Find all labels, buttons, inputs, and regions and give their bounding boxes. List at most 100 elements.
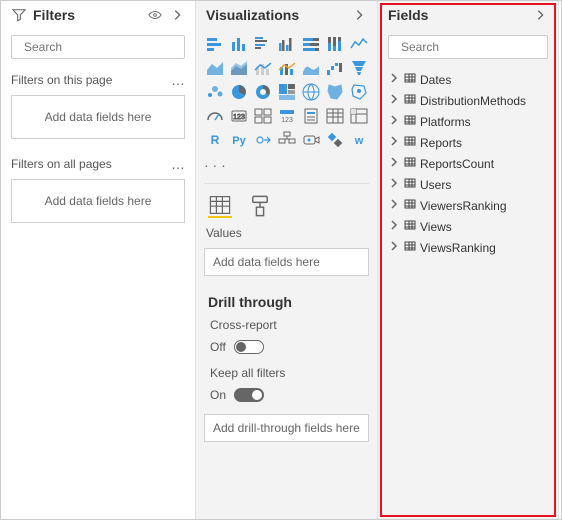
fields-search-input[interactable] <box>401 40 556 54</box>
table-icon <box>404 114 416 129</box>
svg-text:R: R <box>211 133 220 147</box>
svg-text:Py: Py <box>232 135 246 147</box>
chevron-right-icon <box>388 177 400 192</box>
keep-filters-label: Keep all filters <box>196 362 377 384</box>
field-table-item[interactable]: Platforms <box>384 111 552 132</box>
eye-icon[interactable] <box>147 7 163 23</box>
chevron-right-icon <box>388 198 400 213</box>
filters-page-dropwell[interactable]: Add data fields here <box>11 95 185 139</box>
chevron-right-icon <box>388 156 400 171</box>
viz-donut-icon[interactable] <box>252 81 274 103</box>
values-dropwell[interactable]: Add data fields here <box>204 248 369 276</box>
viz-card-icon[interactable]: 123 <box>228 105 250 127</box>
table-icon <box>404 219 416 234</box>
field-table-item[interactable]: ViewsRanking <box>384 237 552 258</box>
viz-filled-map-icon[interactable] <box>324 81 346 103</box>
viz-treemap-icon[interactable] <box>276 81 298 103</box>
viz-funnel-icon[interactable] <box>348 57 370 79</box>
filters-search[interactable] <box>11 35 185 59</box>
field-table-item[interactable]: ReportsCount <box>384 153 552 174</box>
viz-more-icon[interactable]: · · · <box>196 155 377 179</box>
viz-line-column-icon[interactable] <box>276 57 298 79</box>
drillthrough-dropwell[interactable]: Add drill-through fields here <box>204 414 369 442</box>
more-icon[interactable]: … <box>171 73 185 87</box>
fields-title: Fields <box>388 7 428 23</box>
viz-arcgis-icon[interactable]: w <box>348 129 370 151</box>
viz-key-influencers-icon[interactable] <box>252 129 274 151</box>
cross-report-label: Cross-report <box>196 314 377 336</box>
svg-text:123: 123 <box>233 114 245 121</box>
viz-py-visual-icon[interactable]: Py <box>228 129 250 151</box>
values-label: Values <box>196 222 377 244</box>
more-icon[interactable]: … <box>171 157 185 171</box>
viz-decomposition-icon[interactable] <box>276 129 298 151</box>
viz-matrix-icon[interactable] <box>348 105 370 127</box>
viz-tool-row <box>196 188 377 222</box>
svg-text:w: w <box>354 135 364 147</box>
viz-line-icon[interactable] <box>348 33 370 55</box>
keep-filters-toggle-row: On <box>196 384 377 410</box>
viz-clustered-bar-icon[interactable] <box>252 33 274 55</box>
viz-r-visual-icon[interactable]: R <box>204 129 226 151</box>
table-icon <box>404 240 416 255</box>
fields-list: DatesDistributionMethodsPlatforms Reports… <box>378 65 558 262</box>
svg-text:123: 123 <box>281 117 293 124</box>
table-icon <box>404 156 416 171</box>
keep-filters-toggle[interactable] <box>234 388 264 402</box>
field-table-label: ViewersRanking <box>420 199 507 213</box>
viz-pie-icon[interactable] <box>228 81 250 103</box>
expand-icon[interactable] <box>169 7 185 23</box>
chevron-right-icon <box>388 219 400 234</box>
viz-scatter-icon[interactable] <box>204 81 226 103</box>
viz-shape-map-icon[interactable] <box>348 81 370 103</box>
cross-report-toggle-row: Off <box>196 336 377 362</box>
filters-title: Filters <box>33 7 75 23</box>
field-table-item[interactable]: Users <box>384 174 552 195</box>
cross-report-toggle[interactable] <box>234 340 264 354</box>
fields-search[interactable] <box>388 35 548 59</box>
viz-stacked-column-icon[interactable] <box>228 33 250 55</box>
viz-100-stacked-bar-icon[interactable] <box>300 33 322 55</box>
drillthrough-header: Drill through <box>196 286 377 314</box>
viz-clustered-column-icon[interactable] <box>276 33 298 55</box>
viz-waterfall-icon[interactable] <box>324 57 346 79</box>
filters-search-input[interactable] <box>24 40 179 54</box>
viz-map-icon[interactable] <box>300 81 322 103</box>
field-table-item[interactable]: Dates <box>384 69 552 90</box>
viz-kpi-icon[interactable]: 123 <box>276 105 298 127</box>
table-icon <box>404 93 416 108</box>
viz-stacked-area-icon[interactable] <box>228 57 250 79</box>
viz-line-bar-icon[interactable] <box>252 57 274 79</box>
expand-icon[interactable] <box>532 7 548 23</box>
viz-100-stacked-column-icon[interactable] <box>324 33 346 55</box>
fields-pane: Fields DatesDistributionMethodsPlatforms… <box>378 1 559 519</box>
filters-allpages-dropwell[interactable]: Add data fields here <box>11 179 185 223</box>
filter-icon <box>11 7 27 23</box>
field-table-item[interactable]: ViewersRanking <box>384 195 552 216</box>
viz-table-icon[interactable] <box>324 105 346 127</box>
field-table-item[interactable]: Reports <box>384 132 552 153</box>
viz-area-icon[interactable] <box>204 57 226 79</box>
filters-pane: Filters Filters on this page … Add data … <box>1 1 196 519</box>
viz-gauge-icon[interactable] <box>204 105 226 127</box>
viz-qna-icon[interactable] <box>300 129 322 151</box>
filters-allpages-section: Filters on all pages … <box>1 149 195 175</box>
filters-header: Filters <box>1 1 195 29</box>
field-table-label: Reports <box>420 136 462 150</box>
field-table-label: Users <box>420 178 451 192</box>
viz-stacked-bar-icon[interactable] <box>204 33 226 55</box>
viz-slicer-icon[interactable] <box>300 105 322 127</box>
viz-paginated-icon[interactable] <box>324 129 346 151</box>
field-table-label: Views <box>420 220 452 234</box>
fields-header: Fields <box>378 1 558 29</box>
format-tool-icon[interactable] <box>248 194 272 218</box>
expand-icon[interactable] <box>351 7 367 23</box>
visualizations-pane: Visualizations 123 123 R Py w · · · Values A… <box>196 1 378 519</box>
fields-tool-icon[interactable] <box>208 194 232 218</box>
viz-title: Visualizations <box>206 7 299 23</box>
viz-multi-row-card-icon[interactable] <box>252 105 274 127</box>
field-table-item[interactable]: Views <box>384 216 552 237</box>
chevron-right-icon <box>388 135 400 150</box>
field-table-item[interactable]: DistributionMethods <box>384 90 552 111</box>
viz-ribbon-icon[interactable] <box>300 57 322 79</box>
